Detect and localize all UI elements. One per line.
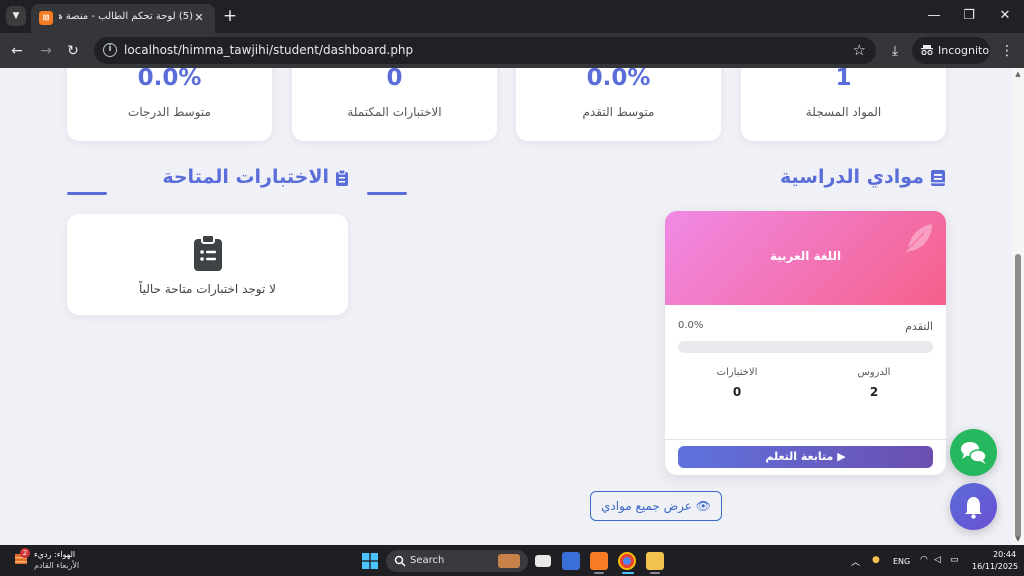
dashboard-page: 0.0% متوسط الدرجات 0 الاختبارات المكتملة…: [0, 68, 1012, 545]
tests-label: الاختبارات: [716, 367, 758, 378]
search-highlight-image: [498, 554, 520, 568]
network-app-icon[interactable]: [562, 552, 580, 570]
file-explorer-icon[interactable]: [646, 552, 664, 570]
my-subjects-title: موادي الدراسية: [780, 166, 946, 188]
subject-card[interactable]: اللغة العربية التقدم 0.0% الدروس 2 الاخت…: [665, 211, 946, 475]
search-label: Search: [410, 555, 445, 566]
play-icon: ▶: [837, 450, 846, 463]
stat-value: 0.0%: [586, 68, 651, 91]
search-icon: [394, 555, 406, 567]
browser-tab-active[interactable]: ⊠ (5) لوحة تحكم الطالب - منصة همة التوجي…: [31, 4, 215, 33]
windows-start-icon[interactable]: [362, 553, 378, 569]
browser-tab-bar: ▼ ⊠ (5) لوحة تحكم الطالب - منصة همة التو…: [0, 0, 1024, 33]
chat-bubbles-icon: [961, 442, 987, 464]
browser-toolbar: ← → ↻ i localhost/himma_tawjihi/student/…: [0, 33, 1024, 68]
continue-learning-label: متابعة التعلم: [765, 450, 834, 463]
site-info-icon[interactable]: i: [103, 43, 117, 57]
tab-search-button[interactable]: ▼: [6, 6, 26, 26]
stat-card-enrolled-subjects: 1 المواد المسجلة: [741, 68, 946, 141]
download-icon[interactable]: ⤓: [885, 41, 905, 61]
task-view-icon[interactable]: [535, 555, 551, 567]
stat-label: المواد المسجلة: [805, 105, 882, 119]
tests-value: 0: [732, 385, 742, 399]
eye-icon: 👁: [695, 499, 712, 513]
subject-name: اللغة العربية: [769, 249, 842, 263]
browser-menu-icon[interactable]: ⋮: [997, 41, 1017, 61]
available-tests-title: الاختبارات المتاحة: [162, 166, 349, 188]
clock-date[interactable]: 16/11/2025: [972, 562, 1018, 571]
stat-value: 0.0%: [137, 68, 202, 91]
xampp-favicon-icon: ⊠: [39, 11, 53, 25]
reload-button[interactable]: ↻: [63, 41, 83, 61]
tab-close-icon[interactable]: ✕: [191, 10, 207, 26]
url-text: localhost/himma_tawjihi/student/dashboar…: [124, 43, 414, 57]
close-window-button[interactable]: ✕: [995, 6, 1015, 26]
weather-day-text: الأربعاء القادم: [34, 561, 80, 570]
chrome-app-icon[interactable]: [618, 552, 636, 570]
tests-stat: الاختبارات 0: [697, 367, 777, 399]
bell-icon: [965, 497, 982, 519]
back-button[interactable]: ←: [7, 41, 27, 61]
restore-window-button[interactable]: ❐: [959, 6, 979, 26]
tab-title: (5) لوحة تحكم الطالب - منصة همة التوجيهي: [59, 11, 193, 22]
incognito-icon: [921, 45, 933, 55]
clock-time[interactable]: 20:44: [993, 550, 1016, 559]
forward-button[interactable]: →: [36, 41, 56, 61]
stat-card-average-progress: 0.0% متوسط التقدم: [516, 68, 721, 141]
progress-label: التقدم: [905, 320, 933, 333]
my-subjects-title-text: موادي الدراسية: [779, 166, 924, 188]
book-icon: [931, 169, 945, 186]
chat-button[interactable]: [950, 429, 997, 476]
bookmark-star-icon[interactable]: ☆: [853, 41, 866, 59]
progress-bar: [678, 341, 933, 353]
taskbar-search[interactable]: Search: [386, 550, 528, 572]
new-tab-button[interactable]: +: [221, 7, 239, 25]
clipboard-list-icon: [194, 234, 222, 271]
lessons-label: الدروس: [857, 367, 891, 378]
weather-badge: 2: [20, 548, 30, 558]
no-tests-text: لا توجد اختبارات متاحة حالياً: [139, 282, 276, 296]
tray-app-icon[interactable]: ●: [872, 555, 880, 565]
minimize-window-button[interactable]: —: [924, 6, 944, 26]
xampp-app-icon[interactable]: [590, 552, 608, 570]
volume-icon[interactable]: ◁: [934, 555, 941, 565]
stat-card-completed-tests: 0 الاختبارات المكتملة: [292, 68, 497, 141]
incognito-label: Incognito: [938, 44, 990, 57]
available-tests-title-text: الاختبارات المتاحة: [162, 166, 329, 188]
stat-value: 0: [386, 68, 403, 91]
chrome-active-indicator: [622, 572, 634, 574]
view-all-subjects-label: عرض جميع موادي: [600, 499, 692, 513]
stat-card-average-grade: 0.0% متوسط الدرجات: [67, 68, 272, 141]
stat-label: الاختبارات المكتملة: [347, 105, 442, 119]
progress-value: 0.0%: [678, 320, 704, 331]
weather-status-text: الهواء: رديء: [34, 550, 76, 559]
windows-taskbar: 2 الهواء: رديء الأربعاء القادم Search ︿ …: [0, 545, 1024, 576]
scroll-down-arrow-icon[interactable]: ▼: [1014, 535, 1022, 543]
lessons-value: 2: [869, 385, 879, 399]
notifications-button[interactable]: [950, 483, 997, 530]
show-hidden-icons-icon[interactable]: ︿: [851, 555, 860, 568]
card-divider: [665, 439, 946, 440]
explorer-running-indicator: [650, 572, 660, 574]
subject-card-header: اللغة العربية: [665, 211, 946, 305]
language-indicator[interactable]: ENG: [893, 557, 910, 566]
continue-learning-button[interactable]: ▶ متابعة التعلم: [678, 446, 933, 468]
subjects-title-underline: [367, 192, 407, 195]
stat-label: متوسط التقدم: [582, 105, 655, 119]
wifi-icon[interactable]: ◠: [920, 555, 928, 565]
stat-value: 1: [835, 68, 852, 91]
address-bar[interactable]: i localhost/himma_tawjihi/student/dashbo…: [94, 37, 876, 64]
clipboard-icon: [336, 169, 348, 186]
scrollbar-thumb[interactable]: [1015, 254, 1021, 538]
xampp-running-indicator: [594, 572, 604, 574]
scroll-up-arrow-icon[interactable]: ▲: [1014, 70, 1022, 78]
incognito-indicator[interactable]: Incognito: [912, 37, 990, 64]
lessons-stat: الدروس 2: [834, 367, 914, 399]
battery-icon[interactable]: ▭: [950, 555, 959, 565]
tests-title-underline: [67, 192, 107, 195]
no-tests-card: لا توجد اختبارات متاحة حالياً: [67, 214, 348, 315]
page-scrollbar[interactable]: ▲ ▼: [1012, 68, 1024, 545]
stat-label: متوسط الدرجات: [128, 105, 211, 119]
view-all-subjects-button[interactable]: 👁 عرض جميع موادي: [590, 491, 722, 521]
